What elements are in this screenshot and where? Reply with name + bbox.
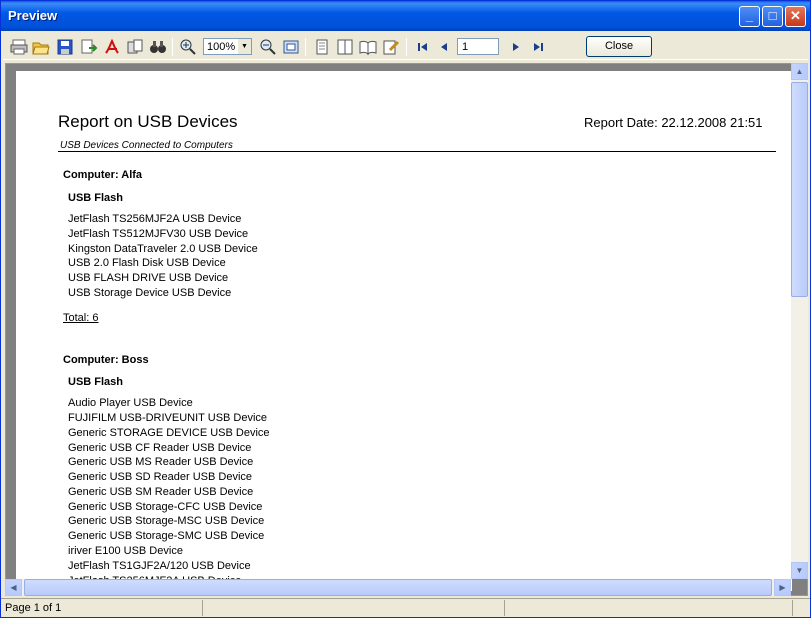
device-item: USB FLASH DRIVE USB Device bbox=[68, 272, 229, 284]
group-total: Total: 6 bbox=[63, 312, 99, 324]
scroll-up-icon[interactable]: ▲ bbox=[791, 63, 808, 80]
header-rule bbox=[58, 151, 776, 152]
vertical-scrollbar[interactable]: ▲ ▼ bbox=[791, 63, 808, 579]
book-icon[interactable] bbox=[359, 38, 377, 56]
computer-heading: Computer: Boss bbox=[63, 354, 149, 366]
report-page: Report on USB Devices Report Date: 22.12… bbox=[16, 71, 792, 591]
zoom-out-icon[interactable] bbox=[259, 38, 277, 56]
previous-page-icon[interactable] bbox=[435, 38, 453, 56]
device-item: Kingston DataTraveler 2.0 USB Device bbox=[68, 243, 258, 255]
group-heading: USB Flash bbox=[68, 192, 124, 204]
report-title: Report on USB Devices bbox=[58, 112, 238, 131]
report-date: Report Date: 22.12.2008 21:51 bbox=[584, 115, 763, 130]
zoom-select[interactable]: 100% ▼ bbox=[203, 38, 252, 55]
device-item: Audio Player USB Device bbox=[68, 397, 193, 409]
device-item: USB 2.0 Flash Disk USB Device bbox=[68, 257, 226, 269]
last-page-icon[interactable] bbox=[529, 38, 547, 56]
export-icon[interactable] bbox=[80, 38, 98, 56]
zoom-value: 100% bbox=[207, 41, 236, 53]
status-bar: Page 1 of 1 bbox=[1, 598, 810, 617]
device-item: Generic USB SM Reader USB Device bbox=[68, 486, 254, 498]
toolbar-separator bbox=[172, 38, 173, 56]
edit-icon[interactable] bbox=[382, 38, 400, 56]
scroll-right-icon[interactable]: ▶ bbox=[774, 579, 791, 596]
scroll-down-icon[interactable]: ▼ bbox=[791, 562, 808, 579]
next-page-icon[interactable] bbox=[507, 38, 525, 56]
device-item: Generic STORAGE DEVICE USB Device bbox=[68, 427, 270, 439]
report-subtitle: USB Devices Connected to Computers bbox=[60, 140, 233, 151]
device-item: Generic USB Storage-SMC USB Device bbox=[68, 530, 265, 542]
device-item: JetFlash TS256MJF2A USB Device bbox=[68, 213, 242, 225]
close-window-button[interactable]: ✕ bbox=[785, 6, 806, 27]
vertical-scroll-thumb[interactable] bbox=[791, 82, 808, 297]
preview-window: Preview _ □ ✕ 100% ▼ 1 Close Report on U… bbox=[0, 0, 811, 618]
device-item: Generic USB Storage-MSC USB Device bbox=[68, 515, 265, 527]
fit-page-icon[interactable] bbox=[282, 38, 300, 56]
device-item: JetFlash TS1GJF2A/120 USB Device bbox=[68, 560, 251, 572]
status-panel bbox=[203, 600, 505, 616]
device-item: Generic USB SD Reader USB Device bbox=[68, 471, 253, 483]
computer-heading: Computer: Alfa bbox=[63, 169, 143, 181]
send-icon[interactable] bbox=[126, 38, 144, 56]
open-icon[interactable] bbox=[32, 38, 50, 56]
status-panel bbox=[505, 600, 793, 616]
title-bar[interactable]: Preview _ □ ✕ bbox=[1, 1, 810, 31]
minimize-button[interactable]: _ bbox=[739, 6, 760, 27]
scroll-left-icon[interactable]: ◀ bbox=[5, 579, 22, 596]
single-page-icon[interactable] bbox=[313, 38, 331, 56]
print-icon[interactable] bbox=[10, 38, 28, 56]
device-item: Generic USB MS Reader USB Device bbox=[68, 456, 254, 468]
device-item: Generic USB Storage-CFC USB Device bbox=[68, 501, 263, 513]
find-icon[interactable] bbox=[149, 38, 167, 56]
multi-page-icon[interactable] bbox=[336, 38, 354, 56]
preview-viewport[interactable]: Report on USB Devices Report Date: 22.12… bbox=[5, 63, 808, 596]
device-item: JetFlash TS512MJFV30 USB Device bbox=[68, 228, 249, 240]
zoom-in-icon[interactable] bbox=[179, 38, 197, 56]
device-item: iriver E100 USB Device bbox=[68, 545, 183, 557]
chevron-down-icon[interactable]: ▼ bbox=[238, 39, 251, 54]
toolbar-separator bbox=[305, 38, 306, 56]
maximize-button[interactable]: □ bbox=[762, 6, 783, 27]
page-info: Page 1 of 1 bbox=[1, 600, 203, 616]
close-button[interactable]: Close bbox=[586, 36, 652, 57]
page-number-value: 1 bbox=[462, 41, 469, 53]
device-item: Generic USB CF Reader USB Device bbox=[68, 442, 252, 454]
toolbar-separator bbox=[406, 38, 407, 56]
horizontal-scrollbar[interactable]: ◀ ▶ bbox=[5, 579, 791, 596]
save-icon[interactable] bbox=[56, 38, 74, 56]
page-number-input[interactable]: 1 bbox=[457, 38, 499, 55]
pdf-icon[interactable] bbox=[103, 38, 121, 56]
device-item: FUJIFILM USB-DRIVEUNIT USB Device bbox=[68, 412, 268, 424]
group-heading: USB Flash bbox=[68, 376, 124, 388]
device-item: USB Storage Device USB Device bbox=[68, 287, 232, 299]
horizontal-scroll-thumb[interactable] bbox=[24, 579, 772, 596]
first-page-icon[interactable] bbox=[414, 38, 432, 56]
window-title: Preview bbox=[8, 8, 58, 23]
